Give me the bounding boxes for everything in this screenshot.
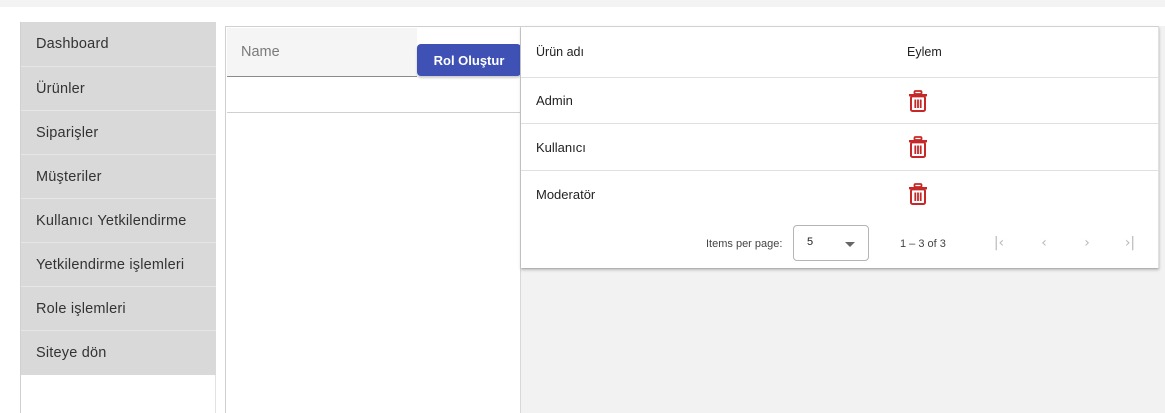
role-form-panel: Rol Oluştur	[225, 26, 521, 413]
create-role-button[interactable]: Rol Oluştur	[417, 44, 521, 76]
table-area: Ürün adı Eylem Admin Kullanıcı Moderatör…	[520, 26, 1165, 413]
roles-table: Ürün adı Eylem Admin Kullanıcı Moderatör…	[521, 26, 1159, 268]
last-page-icon[interactable]: ›|	[1119, 232, 1141, 254]
sidebar-item-products[interactable]: Ürünler	[21, 67, 216, 111]
trash-icon[interactable]	[908, 89, 928, 112]
sidebar-item-authorization-operations[interactable]: Yetkilendirme işlemleri	[21, 243, 216, 287]
column-header-action: Eylem	[907, 45, 942, 59]
items-per-page-label: Items per page:	[706, 238, 783, 250]
trash-icon[interactable]	[908, 183, 928, 205]
top-bar	[0, 0, 1165, 7]
sidebar-panel: Dashboard Ürünler Siparişler Müşteriler …	[20, 22, 216, 413]
trash-icon[interactable]	[908, 136, 928, 158]
sidebar-item-role-operations[interactable]: Role işlemleri	[21, 287, 216, 331]
sidebar-item-user-authorization[interactable]: Kullanıcı Yetkilendirme	[21, 199, 216, 243]
table-row: Kullanıcı	[521, 124, 1159, 171]
table-row: Admin	[521, 78, 1159, 124]
table-header-row: Ürün adı Eylem	[521, 27, 1159, 78]
role-name-cell: Admin	[536, 93, 573, 108]
items-per-page-select[interactable]: 5	[793, 225, 869, 261]
role-name-cell: Kullanıcı	[536, 139, 586, 155]
name-field	[227, 28, 417, 77]
sidebar-item-dashboard[interactable]: Dashboard	[21, 22, 216, 67]
sidebar-item-customers[interactable]: Müşteriler	[21, 155, 216, 199]
dropdown-arrow-icon	[845, 242, 855, 247]
items-per-page-value: 5	[807, 236, 814, 248]
paginator: Items per page: 5 1 – 3 of 3 |‹ ‹ › ›|	[521, 217, 1159, 269]
role-name-cell: Moderatör	[536, 186, 596, 202]
sidebar-item-orders[interactable]: Siparişler	[21, 111, 216, 155]
chevron-left-icon[interactable]: ‹	[1033, 232, 1055, 254]
form-divider	[227, 112, 521, 113]
range-label: 1 – 3 of 3	[900, 238, 946, 250]
table-row: Moderatör	[521, 171, 1159, 217]
chevron-right-icon[interactable]: ›	[1076, 232, 1098, 254]
sidebar-nav: Dashboard Ürünler Siparişler Müşteriler …	[21, 22, 216, 375]
first-page-icon[interactable]: |‹	[988, 232, 1010, 254]
column-header-name: Ürün adı	[536, 45, 584, 59]
name-input[interactable]	[227, 28, 417, 76]
sidebar-item-back-to-site[interactable]: Siteye dön	[21, 331, 216, 375]
